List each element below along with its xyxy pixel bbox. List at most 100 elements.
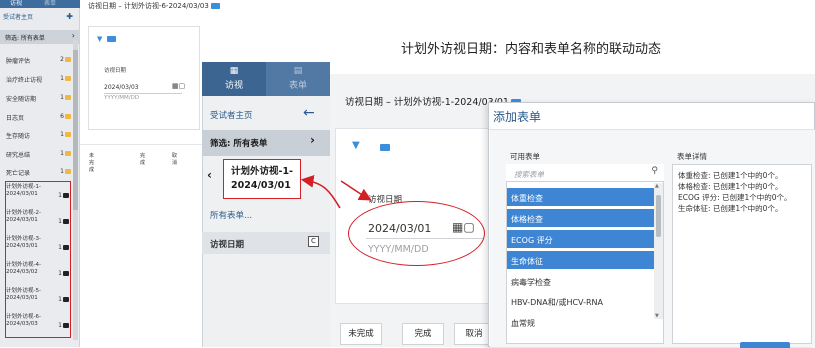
filter-bar[interactable]: 筛选: 所有表单 › — [0, 30, 80, 44]
list-item[interactable]: 生存随访 1 — [0, 131, 72, 147]
tab-visit-label: 访视 — [224, 81, 243, 91]
search-input[interactable]: 搜索表单 — [514, 169, 544, 180]
scrollbar[interactable]: ▲ ▼ — [654, 183, 663, 319]
subject-home-link[interactable]: 受试者主页 ✚ — [3, 12, 77, 28]
list-item-label: 研究总结 — [6, 152, 31, 159]
count-badge: 1 — [60, 150, 64, 157]
tag-icon — [106, 36, 116, 42]
list-item-label: 病毒学检查 — [511, 278, 551, 287]
form-detail-line: 体格检查: 已创建1个中的0个。 — [678, 182, 783, 191]
folder-icon — [65, 95, 71, 100]
complete-button[interactable]: 完成 — [402, 323, 444, 345]
scrollbar-thumb[interactable] — [656, 195, 661, 237]
list-item[interactable]: 治疗终止访视 1 — [0, 75, 72, 91]
filter-label: 筛选: 所有表单 — [210, 139, 268, 149]
caret-down-icon[interactable]: ▼ — [97, 35, 116, 43]
list-item[interactable]: 生命体征 — [507, 251, 654, 269]
all-forms-link[interactable]: 所有表单... — [210, 209, 252, 221]
list-item[interactable]: 体重检查 — [507, 188, 654, 206]
list-item-label: HBV-DNA和/或HCV-RNA — [511, 298, 603, 307]
folder-icon — [65, 132, 71, 137]
scrollbar[interactable] — [73, 40, 78, 340]
tag-icon — [210, 3, 220, 9]
list-item[interactable]: ECOG 评分 — [507, 230, 654, 248]
highlight-oval — [348, 201, 485, 266]
caret-down-icon[interactable]: ▼ — [352, 140, 360, 151]
arrow-left-icon[interactable]: ← — [303, 105, 315, 121]
list-item-label: 生存随访 — [6, 133, 31, 140]
count-badge: 1 — [60, 94, 64, 101]
folder-icon — [65, 114, 71, 119]
back-page-title-text: 访视日期 – 计划外访视-6-2024/03/03 — [88, 2, 209, 10]
back-page-title: 访视日期 – 计划外访视-6-2024/03/03 — [88, 1, 220, 11]
count-badge: 1 — [60, 75, 64, 82]
divider — [489, 129, 815, 130]
form-detail-line: 生命体征: 已创建1个中的0个。 — [678, 204, 783, 213]
list-item-label: 血常规 — [511, 319, 535, 328]
form-details-label: 表单详情 — [677, 152, 707, 161]
folder-icon — [65, 151, 71, 156]
current-visit-label[interactable]: 计划外访视-1- 2024/03/01 — [223, 159, 301, 199]
folder-icon — [65, 57, 71, 62]
divider — [104, 93, 182, 94]
date-placeholder: YYYY/MM/DD — [104, 95, 140, 101]
tab-visit[interactable]: 访视 — [10, 0, 22, 7]
list-item-label: 治疗终止访视 — [6, 77, 43, 84]
calendar-icon[interactable]: ▦▢ — [172, 82, 185, 90]
form-detail-line: 体重检查: 已创建1个中的0个。 — [678, 171, 783, 180]
list-item-label: 肿瘤评估 — [6, 58, 31, 65]
list-item[interactable]: 安全随访期 1 — [0, 94, 72, 110]
scroll-up-icon[interactable]: ▲ — [655, 183, 659, 189]
divider — [80, 144, 202, 145]
list-item[interactable]: HBV-DNA和/或HCV-RNA — [507, 292, 654, 310]
cancel-button[interactable]: 取消 — [172, 152, 177, 166]
page-title-text: 访视日期 – 计划外访视-1-2024/03/01 — [345, 97, 509, 108]
list-item[interactable]: 病毒学检查 — [507, 272, 654, 290]
subject-home-label: 受试者主页 — [3, 14, 34, 21]
subject-home-link[interactable]: 受试者主页 — [210, 109, 253, 121]
incomplete-button[interactable]: 未完成 — [340, 323, 382, 345]
left-sidebar-tabs: 访视 表单 — [0, 0, 80, 8]
count-badge: 1 — [60, 131, 64, 138]
list-item-label: 死亡记录 — [6, 170, 31, 177]
list-item-label: 生命体征 — [511, 257, 543, 266]
chevron-left-icon[interactable]: ‹ — [207, 168, 212, 182]
arrow-left-icon: ✚ — [66, 12, 73, 21]
search-icon[interactable]: ⚲ — [651, 166, 658, 176]
chevron-right-icon: › — [71, 31, 75, 40]
count-badge: 1 — [60, 168, 64, 175]
list-item[interactable]: 血常规 — [507, 313, 654, 331]
tag-icon — [380, 144, 390, 151]
available-forms-label: 可用表单 — [510, 152, 540, 161]
status-icon: C — [308, 236, 319, 247]
list-item[interactable]: 肿瘤评估 2 — [0, 56, 72, 72]
visit-date-label: 访视日期 — [210, 240, 245, 250]
grid-icon: ▤ — [293, 66, 303, 76]
list-item-label: 日志页 — [6, 115, 25, 122]
chevron-right-icon[interactable]: › — [310, 133, 315, 147]
list-item-label: 安全随访期 — [6, 96, 37, 103]
list-item[interactable]: 体格检查 — [507, 209, 654, 227]
scrollbar-thumb[interactable] — [73, 50, 78, 210]
filter-label: 筛选: 所有表单 — [5, 35, 45, 42]
scroll-down-icon[interactable]: ▼ — [655, 313, 659, 319]
tab-form[interactable]: ▤ 表单 — [266, 66, 330, 91]
tab-form[interactable]: 表单 — [44, 0, 56, 7]
calendar-icon: ▦ — [229, 66, 239, 76]
list-item[interactable]: 研究总结 1 — [0, 150, 72, 166]
complete-button[interactable]: 完成 — [140, 152, 145, 166]
current-visit-text: 计划外访视-1- 2024/03/01 — [231, 166, 293, 191]
search-field[interactable]: 搜索表单 ⚲ — [506, 164, 664, 182]
count-badge: 2 — [60, 56, 64, 63]
list-item-label: 体重检查 — [511, 194, 543, 203]
highlight-box — [5, 181, 71, 338]
date-label: 访视日期 — [104, 68, 127, 74]
list-item[interactable]: 日志页 6 — [0, 113, 72, 129]
tab-visit[interactable]: ▦ 访视 — [202, 66, 266, 91]
incomplete-button[interactable]: 未完成 — [89, 152, 94, 173]
form-detail-line: ECOG 评分: 已创建1个中的0个。 — [678, 193, 792, 202]
dialog-title: 添加表单 — [493, 110, 542, 124]
folder-icon — [65, 76, 71, 81]
date-field[interactable]: 2024/03/03 — [104, 84, 139, 91]
confirm-button[interactable] — [740, 342, 790, 348]
